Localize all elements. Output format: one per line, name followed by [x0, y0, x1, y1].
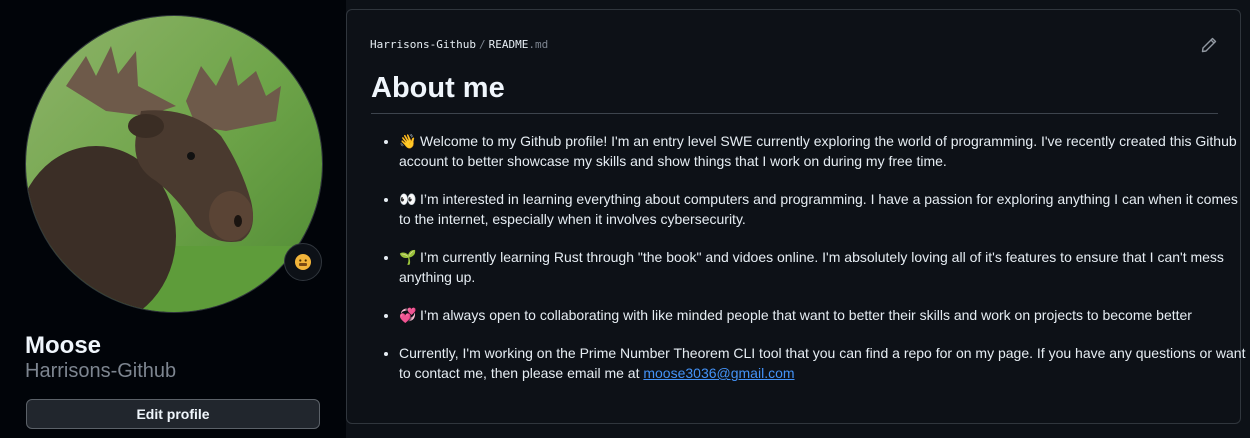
breadcrumb-owner[interactable]: Harrisons-Github	[370, 38, 476, 51]
email-link[interactable]: moose3036@gmail.com	[643, 365, 794, 381]
edit-readme-button[interactable]	[1201, 37, 1217, 53]
profile-sidebar: Moose Harrisons-Github Edit profile	[0, 0, 346, 438]
list-item-text: I’m currently learning Rust through "the…	[399, 249, 1224, 285]
avatar[interactable]	[25, 15, 323, 313]
list-item: Currently, I'm working on the Prime Numb…	[399, 343, 1249, 383]
list-item: 🌱I’m currently learning Rust through "th…	[399, 247, 1249, 287]
profile-name: Moose	[25, 332, 102, 359]
edit-profile-button[interactable]: Edit profile	[26, 399, 320, 429]
list-item: 👋Welcome to my Github profile! I'm an en…	[399, 131, 1249, 171]
eyes-icon: 👀	[399, 191, 417, 207]
avatar-container[interactable]	[25, 15, 323, 313]
list-item-text: Welcome to my Github profile! I'm an ent…	[399, 133, 1237, 169]
status-emoji-icon	[295, 254, 311, 270]
list-item-text: I’m interested in learning everything ab…	[399, 191, 1238, 227]
list-item: 👀I’m interested in learning everything a…	[399, 189, 1249, 229]
status-button[interactable]	[284, 243, 322, 281]
heading-divider	[371, 113, 1218, 114]
readme-heading: About me	[371, 72, 505, 104]
readme-card: Harrisons-Github/README.md About me 👋Wel…	[346, 9, 1245, 424]
breadcrumb-file-ext[interactable]: .md	[528, 38, 548, 51]
breadcrumb-file[interactable]: README	[489, 38, 529, 51]
list-item-text: I’m always open to collaborating with li…	[420, 307, 1192, 323]
readme-breadcrumb: Harrisons-Github / README.md	[370, 38, 548, 51]
breadcrumb-separator: /	[478, 38, 486, 51]
wave-icon: 👋	[399, 133, 417, 149]
moose-avatar-icon	[26, 16, 322, 312]
pencil-icon	[1201, 37, 1217, 53]
list-item-text: Currently, I'm working on the Prime Numb…	[399, 345, 1246, 381]
seedling-icon: 🌱	[399, 249, 417, 265]
hearts-icon: 💞️	[399, 307, 417, 323]
list-item: 💞️I’m always open to collaborating with …	[399, 305, 1249, 325]
readme-list: 👋Welcome to my Github profile! I'm an en…	[371, 131, 1249, 401]
profile-login: Harrisons-Github	[25, 360, 177, 382]
